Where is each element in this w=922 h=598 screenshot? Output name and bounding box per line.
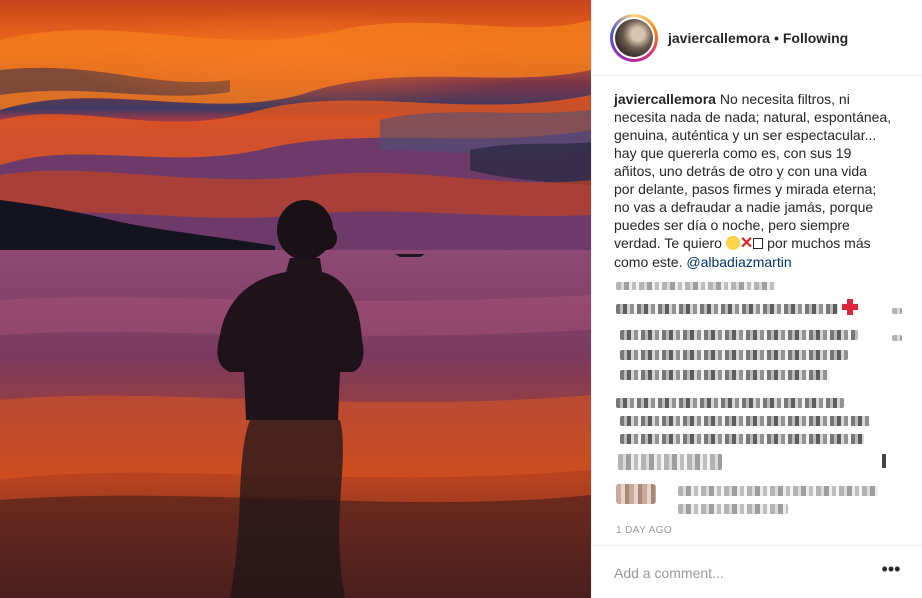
blurred-comment [620, 330, 858, 340]
caption-line: como este. [614, 254, 683, 270]
separator-dot: • [773, 30, 779, 46]
comment-input[interactable] [614, 563, 864, 583]
caption-line: por delante, pasos firmes y mirada etern… [614, 181, 877, 197]
blurred-comment [616, 304, 838, 314]
caption-line: hay que quererla como es, con sus 19 [614, 145, 852, 161]
hatching-chick-icon [725, 236, 740, 250]
header-text: javiercallemora • Following [668, 30, 848, 46]
blurred-comment [620, 370, 830, 380]
cross-mark-icon: ✕ [739, 235, 754, 252]
username-link[interactable]: javiercallemora [668, 30, 770, 46]
post-timestamp: 1 DAY AGO [616, 525, 673, 536]
blurred-comment [892, 308, 902, 314]
more-options-button[interactable]: ••• [879, 560, 903, 582]
red-cross-icon [841, 298, 859, 316]
caption-author[interactable]: javiercallemora [614, 91, 716, 107]
blurred-comment [618, 454, 722, 470]
blurred-avatar [616, 484, 656, 504]
blurred-comment [616, 398, 844, 408]
blurred-comment [616, 282, 776, 290]
blurred-comment [620, 416, 870, 426]
post-header: javiercallemora • Following [592, 0, 922, 76]
avatar-image [615, 19, 653, 57]
blurred-mark [882, 454, 886, 468]
post-sidebar: javiercallemora • Following javiercallemor… [591, 0, 922, 598]
caption-line: no vas a defraudar a nadie jamás, porque [614, 199, 874, 215]
blurred-comment [892, 335, 902, 341]
blurred-comment [678, 504, 788, 514]
following-button[interactable]: Following [783, 30, 848, 46]
caption-line: por muchos más [767, 235, 871, 251]
blurred-comment [678, 486, 878, 496]
caption-line: puedes ser día o noche, pero siempre [614, 217, 850, 233]
mention-link[interactable]: @albadiazmartin [686, 254, 791, 270]
caption-line: verdad. Te quiero [614, 235, 722, 251]
caption-line: añitos, uno detrás de otro y con una vid… [614, 163, 867, 179]
sunset-photo-image [0, 0, 591, 598]
post-caption: javiercallemora No necesita filtros, ni … [614, 90, 914, 271]
post-photo[interactable] [0, 0, 591, 598]
blurred-comment [620, 350, 848, 360]
caption-line: No necesita filtros, ni [719, 91, 850, 107]
unknown-glyph-icon [753, 238, 764, 249]
caption-line: genuina, auténtica y un ser espectacular… [614, 127, 877, 143]
avatar[interactable] [610, 14, 658, 62]
blurred-comment [620, 434, 864, 444]
comment-bar: ••• [592, 545, 922, 598]
caption-line: necesita nada de nada; natural, espontán… [614, 109, 892, 125]
